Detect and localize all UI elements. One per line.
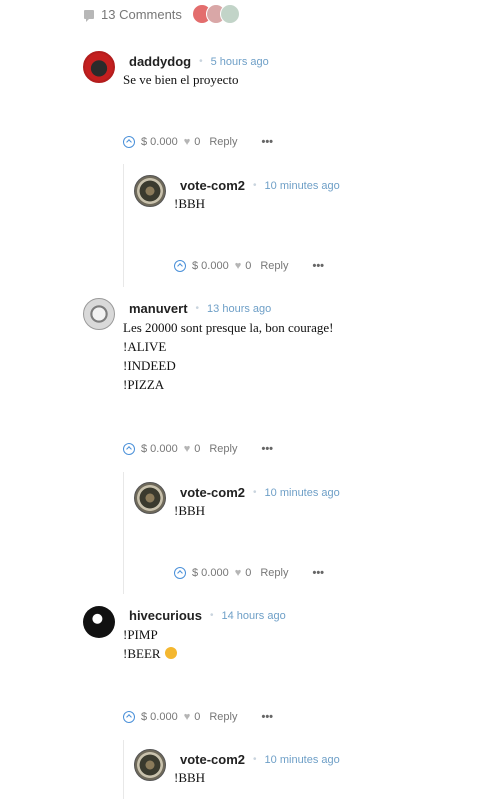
reply-body: !BBH <box>174 194 205 213</box>
reply-body: !BBH <box>174 501 205 520</box>
reply-footer: $ 0.000 ♥ 0 Reply ••• <box>174 566 324 580</box>
more-options-icon[interactable]: ••• <box>261 443 273 455</box>
comment-footer: $ 0.000 ♥ 0 Reply ••• <box>123 135 273 149</box>
payout-value: $ 0.000 <box>141 443 178 455</box>
comment-author[interactable]: manuvert <box>129 301 188 316</box>
separator-dot: • <box>199 56 203 67</box>
reply-button[interactable]: Reply <box>209 711 237 723</box>
comment-author[interactable]: hivecurious <box>129 608 202 623</box>
comment-time[interactable]: 13 hours ago <box>207 303 271 315</box>
comment-body: Les 20000 sont presque la, bon courage! … <box>123 318 333 394</box>
comment-count: 13 Comments <box>101 6 182 22</box>
comment-body: !PIMP !BEER <box>123 625 177 663</box>
more-options-icon[interactable]: ••• <box>261 711 273 723</box>
reply-body: !BBH <box>174 768 205 787</box>
reply-text-line: !BBH <box>174 503 206 518</box>
upvote-icon[interactable] <box>174 260 186 272</box>
reply-button[interactable]: Reply <box>209 443 237 455</box>
comment-text-line: Se ve bien el proyecto <box>123 72 239 87</box>
reply-text-line: !BBH <box>174 770 206 785</box>
upvote-icon[interactable] <box>123 711 135 723</box>
upvote-icon[interactable] <box>123 443 135 455</box>
heart-icon: ♥ <box>234 260 242 272</box>
comment-text-line: !PIZZA <box>123 377 165 392</box>
more-options-icon[interactable]: ••• <box>312 567 324 579</box>
payout-value: $ 0.000 <box>141 136 178 148</box>
heart-icon: ♥ <box>183 711 191 723</box>
more-options-icon[interactable]: ••• <box>261 136 273 148</box>
reply-time[interactable]: 10 minutes ago <box>265 487 340 499</box>
avatar[interactable] <box>134 482 166 514</box>
comment-text-line: Les 20000 sont presque la, bon courage! <box>123 320 334 335</box>
reply-button[interactable]: Reply <box>209 136 237 148</box>
comment-meta: manuvert • 13 hours ago <box>129 301 271 316</box>
upvote-icon[interactable] <box>123 136 135 148</box>
reply-meta: vote-com2 • 10 minutes ago <box>180 178 340 193</box>
avatar[interactable] <box>83 51 115 83</box>
comment-time[interactable]: 14 hours ago <box>221 610 285 622</box>
reply-button[interactable]: Reply <box>260 260 288 272</box>
reply-text-line: !BBH <box>174 196 206 211</box>
comment-text-line: !INDEED <box>123 358 176 373</box>
payout-value: $ 0.000 <box>192 260 229 272</box>
payout-value: $ 0.000 <box>192 567 229 579</box>
avatar[interactable] <box>134 175 166 207</box>
reply-author[interactable]: vote-com2 <box>180 178 245 193</box>
heart-icon: ♥ <box>183 136 191 148</box>
separator-dot: • <box>253 180 257 191</box>
comments-header: 13 Comments <box>84 4 240 24</box>
avatar[interactable] <box>83 298 115 330</box>
like-count: 0 <box>245 567 252 579</box>
comment-footer: $ 0.000 ♥ 0 Reply ••• <box>123 710 273 724</box>
comment-text-line: !ALIVE <box>123 339 167 354</box>
participant-avatar <box>219 4 240 24</box>
comment-icon <box>84 9 94 22</box>
heart-icon: ♥ <box>183 443 191 455</box>
comment-time[interactable]: 5 hours ago <box>211 56 269 68</box>
comment-text-line: !BEER <box>123 644 177 663</box>
separator-dot: • <box>253 754 257 765</box>
comment-text-line: !PIMP <box>123 627 158 642</box>
thread-line <box>123 164 124 287</box>
participant-avatars <box>191 4 240 24</box>
more-options-icon[interactable]: ••• <box>312 260 324 272</box>
reply-meta: vote-com2 • 10 minutes ago <box>180 485 340 500</box>
comment-text: !BEER <box>123 646 161 661</box>
separator-dot: • <box>209 610 214 621</box>
payout-value: $ 0.000 <box>141 711 178 723</box>
like-count: 0 <box>245 260 252 272</box>
comment-meta: hivecurious • 14 hours ago <box>129 608 286 623</box>
avatar[interactable] <box>134 749 166 781</box>
wink-emoji-icon <box>164 647 177 659</box>
comment-meta: daddydog • 5 hours ago <box>129 54 269 69</box>
thread-line <box>123 472 124 594</box>
reply-meta: vote-com2 • 10 minutes ago <box>180 752 340 767</box>
like-count: 0 <box>194 711 201 723</box>
reply-author[interactable]: vote-com2 <box>180 752 245 767</box>
separator-dot: • <box>195 303 200 314</box>
reply-author[interactable]: vote-com2 <box>180 485 245 500</box>
avatar[interactable] <box>83 606 115 638</box>
reply-footer: $ 0.000 ♥ 0 Reply ••• <box>174 259 324 273</box>
comment-author[interactable]: daddydog <box>129 54 191 69</box>
thread-line <box>123 740 124 799</box>
like-count: 0 <box>194 136 201 148</box>
like-count: 0 <box>194 443 201 455</box>
upvote-icon[interactable] <box>174 567 186 579</box>
comment-body: Se ve bien el proyecto <box>123 70 239 89</box>
reply-time[interactable]: 10 minutes ago <box>265 180 340 192</box>
heart-icon: ♥ <box>234 567 242 579</box>
separator-dot: • <box>253 487 257 498</box>
reply-time[interactable]: 10 minutes ago <box>265 754 340 766</box>
reply-button[interactable]: Reply <box>260 567 288 579</box>
comment-footer: $ 0.000 ♥ 0 Reply ••• <box>123 442 273 456</box>
